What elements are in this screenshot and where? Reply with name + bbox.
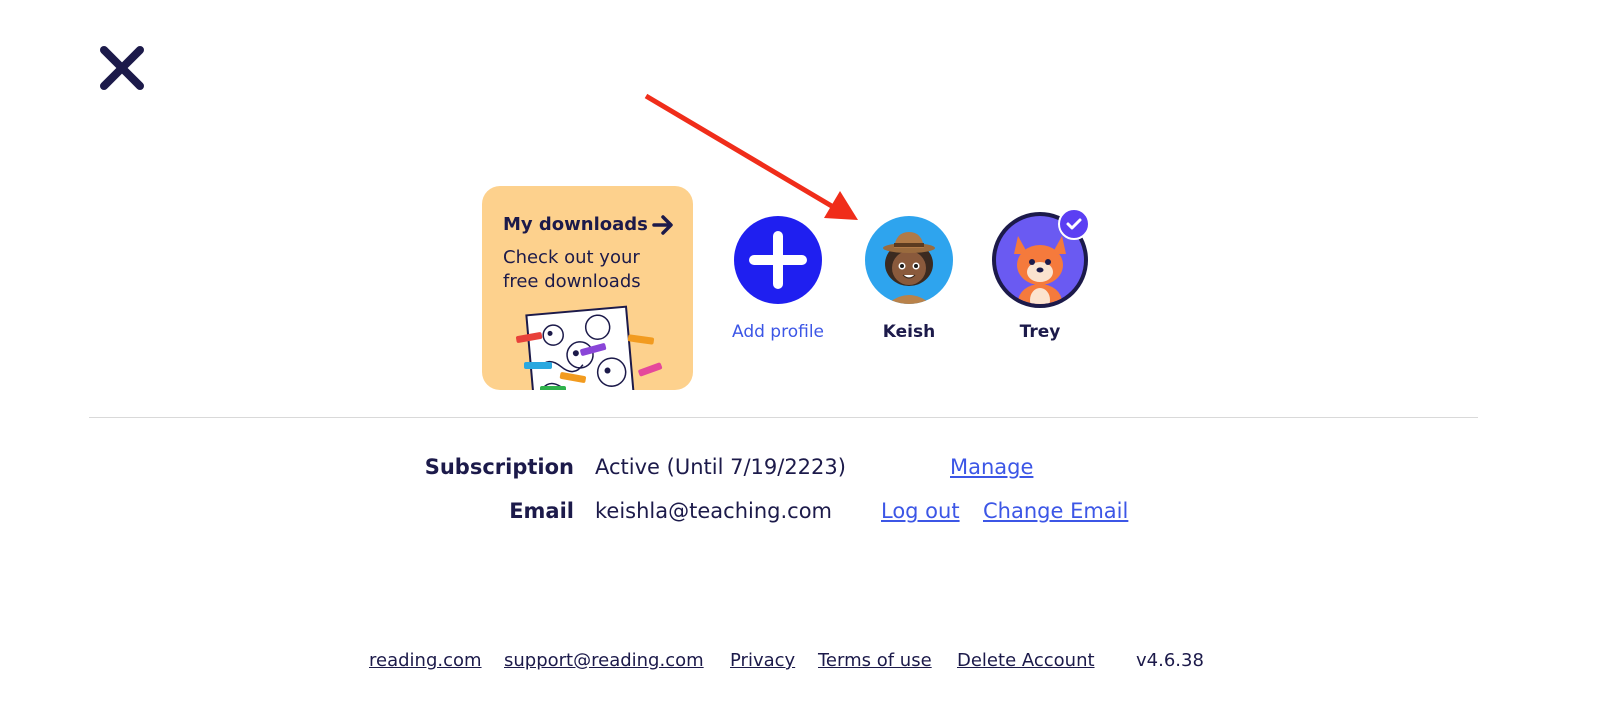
plus-icon — [734, 216, 822, 304]
close-icon[interactable] — [98, 44, 148, 94]
my-downloads-card[interactable]: My downloads Check out your free downloa… — [482, 186, 693, 390]
footer-link-terms[interactable]: Terms of use — [818, 650, 932, 671]
manage-link[interactable]: Manage — [950, 455, 1033, 479]
footer-link-reading[interactable]: reading.com — [369, 650, 482, 671]
subscription-label: Subscription — [424, 455, 574, 479]
footer-link-support[interactable]: support@reading.com — [504, 650, 704, 671]
footer-link-privacy[interactable]: Privacy — [730, 650, 795, 671]
downloads-subtitle: Check out your free downloads — [503, 247, 641, 292]
footer-link-delete-account[interactable]: Delete Account — [957, 650, 1095, 671]
add-profile-label: Add profile — [731, 322, 824, 342]
subscription-row: Subscription Active (Until 7/19/2223) Ma… — [0, 455, 1600, 485]
change-email-link[interactable]: Change Email — [983, 499, 1128, 523]
email-value: keishla@teaching.com — [595, 499, 832, 523]
profile-trey[interactable]: Trey — [975, 208, 1105, 342]
coloring-page-illustration — [515, 305, 663, 390]
email-row: Email keishla@teaching.com Log out Chang… — [0, 499, 1600, 529]
profile-keish[interactable]: Keish — [844, 214, 974, 342]
logout-link[interactable]: Log out — [881, 499, 960, 523]
add-profile-button[interactable]: Add profile — [713, 214, 843, 342]
app-version: v4.6.38 — [1136, 650, 1204, 671]
ranger-girl-avatar-icon — [865, 216, 953, 304]
subscription-value: Active (Until 7/19/2223) — [595, 455, 846, 479]
downloads-title: My downloads — [503, 214, 648, 235]
arrow-right-icon — [652, 215, 673, 235]
profile-trey-name: Trey — [1019, 322, 1061, 342]
selected-check-icon — [1058, 208, 1090, 240]
section-divider — [89, 417, 1478, 418]
email-label: Email — [509, 499, 574, 523]
profile-keish-name: Keish — [882, 322, 936, 342]
